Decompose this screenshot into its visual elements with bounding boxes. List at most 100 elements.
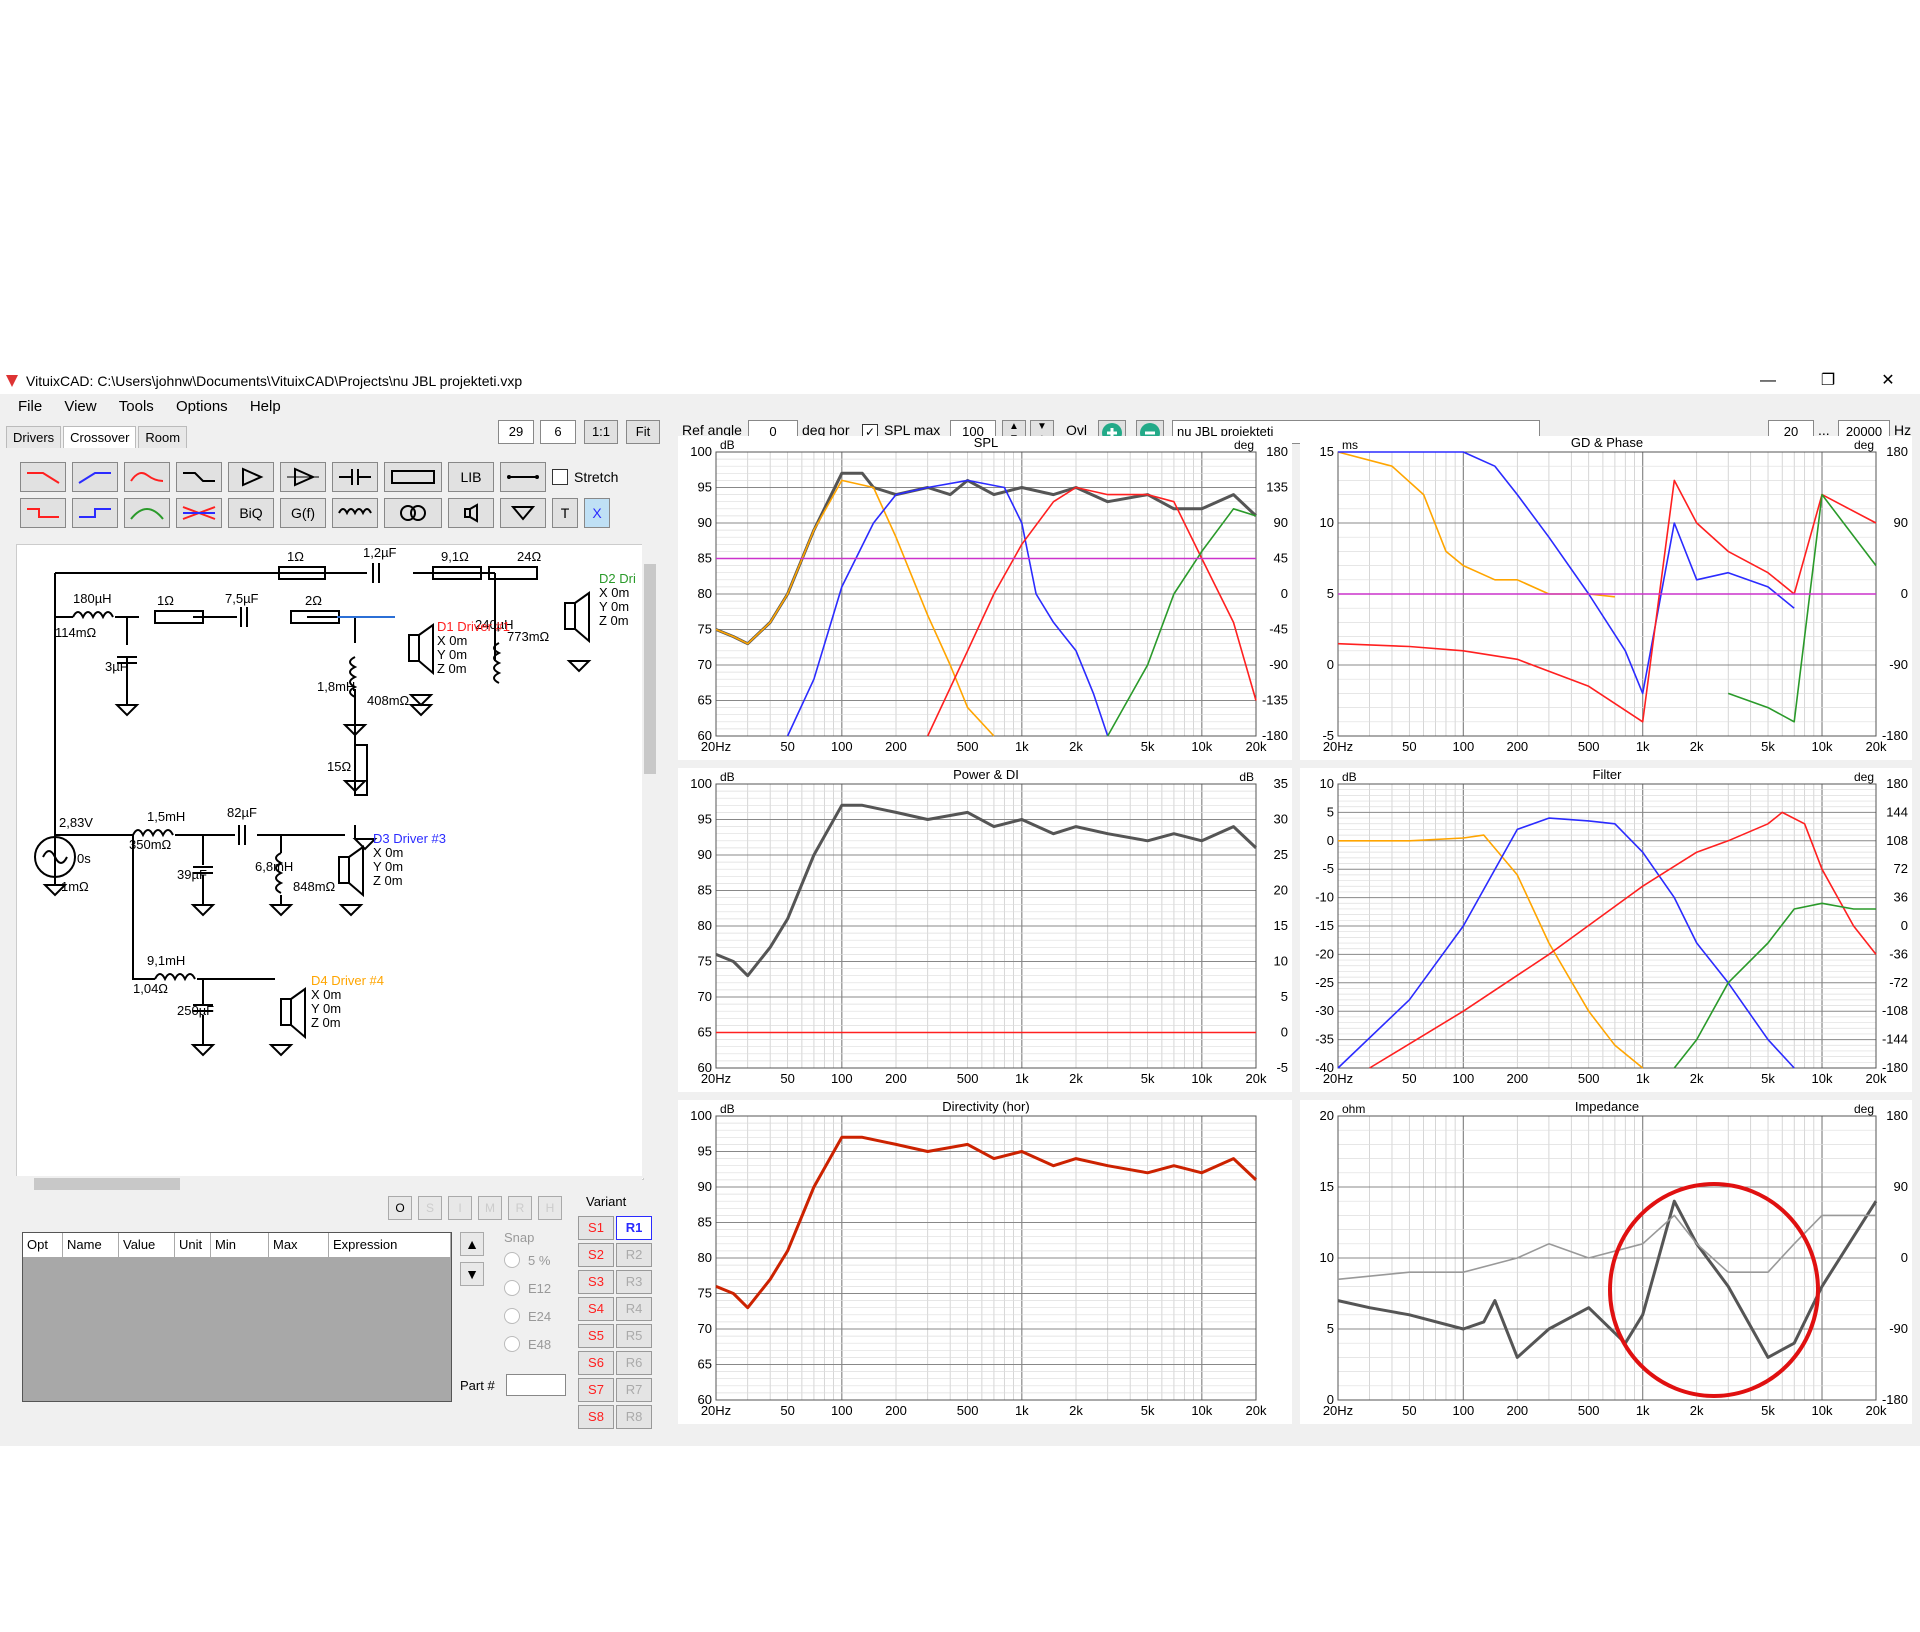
- tab-crossover[interactable]: Crossover: [63, 426, 137, 448]
- x-tick-label: 20k: [1866, 739, 1887, 754]
- radio-button[interactable]: [504, 1308, 520, 1324]
- radio-button[interactable]: [504, 1252, 520, 1268]
- optimizer-table[interactable]: Opt Name Value Unit Min Max Expression: [22, 1232, 452, 1402]
- column-header-name[interactable]: Name: [63, 1233, 119, 1257]
- snap-option[interactable]: E48: [504, 1336, 551, 1352]
- opt-button-i[interactable]: I: [448, 1196, 472, 1220]
- opt-button-h[interactable]: H: [538, 1196, 562, 1220]
- restore-button[interactable]: ❐: [1808, 370, 1848, 392]
- directivity-chart-panel[interactable]: Directivity (hor) dB 100 95 90 85 80 75 70 65 60 20…: [678, 1099, 1292, 1424]
- scrollbar-thumb[interactable]: [644, 564, 656, 774]
- opt-button-r[interactable]: R: [508, 1196, 532, 1220]
- gd-phase-chart-panel[interactable]: GD & Phase ms deg 15 10 5 0 -5 180 90 0 -90 -180 20Hz…: [1300, 435, 1912, 760]
- opt-button-s[interactable]: S: [418, 1196, 442, 1220]
- capacitor-button[interactable]: [332, 462, 378, 492]
- menu-view[interactable]: View: [64, 398, 96, 415]
- notch-icon: [182, 506, 216, 520]
- part-number-input[interactable]: [506, 1374, 566, 1396]
- variant-r2-button[interactable]: R2: [616, 1243, 652, 1267]
- tab-room[interactable]: Room: [138, 426, 188, 448]
- zoom-field-a[interactable]: 29: [498, 420, 534, 444]
- scrollbar-thumb[interactable]: [34, 1178, 180, 1190]
- menu-tools[interactable]: Tools: [119, 398, 154, 415]
- schematic-horizontal-scrollbar[interactable]: [16, 1176, 642, 1192]
- menu-options[interactable]: Options: [176, 398, 228, 415]
- snap-option[interactable]: 5 %: [504, 1252, 550, 1268]
- lowpass-red-button[interactable]: [20, 462, 66, 492]
- radio-button[interactable]: [504, 1280, 520, 1296]
- move-down-button[interactable]: ▼: [460, 1262, 484, 1286]
- zoom-fit-button[interactable]: Fit: [626, 420, 660, 444]
- highpass-blue-2-button[interactable]: [72, 498, 118, 528]
- variant-r8-button[interactable]: R8: [616, 1405, 652, 1429]
- wire-button[interactable]: [500, 462, 546, 492]
- y-tick-label: 15: [1320, 1179, 1334, 1194]
- resistor-button[interactable]: [384, 462, 442, 492]
- variant-s4-button[interactable]: S4: [578, 1297, 614, 1321]
- transformer-button[interactable]: [384, 498, 442, 528]
- snap-option[interactable]: E12: [504, 1280, 551, 1296]
- tab-bar: Drivers Crossover Room: [6, 426, 189, 448]
- zoom-field-b[interactable]: 6: [540, 420, 576, 444]
- buffer-button[interactable]: [280, 462, 326, 492]
- bandpass-green-button[interactable]: [124, 498, 170, 528]
- menu-help[interactable]: Help: [250, 398, 281, 415]
- variant-s2-button[interactable]: S2: [578, 1243, 614, 1267]
- tab-drivers[interactable]: Drivers: [6, 426, 62, 448]
- move-up-button[interactable]: ▲: [460, 1232, 484, 1256]
- variant-r6-button[interactable]: R6: [616, 1351, 652, 1375]
- schematic-vertical-scrollbar[interactable]: [642, 544, 658, 1178]
- delete-button[interactable]: X: [584, 498, 610, 528]
- capacitor-icon: [339, 469, 371, 485]
- allpass-button[interactable]: [176, 462, 222, 492]
- filter-chart-panel[interactable]: Filter dB deg 10 5 0 -5 -10 -15 -20 -25 -30 -35 -40 18…: [1300, 767, 1912, 1092]
- y2-tick-label: 108: [1886, 833, 1908, 848]
- ground-button[interactable]: [500, 498, 546, 528]
- column-header-min[interactable]: Min: [211, 1233, 269, 1257]
- variant-r5-button[interactable]: R5: [616, 1324, 652, 1348]
- lowpass-red-2-button[interactable]: [20, 498, 66, 528]
- text-button[interactable]: T: [552, 498, 578, 528]
- snap-option[interactable]: E24: [504, 1308, 551, 1324]
- stretch-checkbox[interactable]: [552, 469, 568, 485]
- menu-file[interactable]: File: [18, 398, 42, 415]
- variant-r3-button[interactable]: R3: [616, 1270, 652, 1294]
- notch-button[interactable]: [176, 498, 222, 528]
- transfer-function-button[interactable]: G(f): [280, 498, 326, 528]
- column-header-expression[interactable]: Expression: [329, 1233, 451, 1257]
- right-unit-label: deg: [1854, 770, 1874, 784]
- variant-s8-button[interactable]: S8: [578, 1405, 614, 1429]
- column-header-opt[interactable]: Opt: [23, 1233, 63, 1257]
- variant-s6-button[interactable]: S6: [578, 1351, 614, 1375]
- x-tick-label: 10k: [1191, 739, 1212, 754]
- spl-chart-panel[interactable]: SPL dB deg 100 95 90 85 80 75 70 65 60 180 135 90 45 0 -4…: [678, 435, 1292, 760]
- column-header-unit[interactable]: Unit: [175, 1233, 211, 1257]
- opt-button-m[interactable]: M: [478, 1196, 502, 1220]
- amplifier-button[interactable]: [228, 462, 274, 492]
- variant-r1-button[interactable]: R1: [616, 1216, 652, 1240]
- opt-button-o[interactable]: O: [388, 1196, 412, 1220]
- minimize-button[interactable]: —: [1748, 370, 1788, 392]
- close-button[interactable]: ✕: [1868, 370, 1908, 392]
- library-button[interactable]: LIB: [448, 462, 494, 492]
- column-header-max[interactable]: Max: [269, 1233, 329, 1257]
- variant-r7-button[interactable]: R7: [616, 1378, 652, 1402]
- column-header-value[interactable]: Value: [119, 1233, 175, 1257]
- biquad-button[interactable]: BiQ: [228, 498, 274, 528]
- schem-label-l3r: 350mΩ: [129, 837, 172, 852]
- variant-s3-button[interactable]: S3: [578, 1270, 614, 1294]
- variant-s5-button[interactable]: S5: [578, 1324, 614, 1348]
- driver-button[interactable]: [448, 498, 494, 528]
- zoom-1to1-button[interactable]: 1:1: [584, 420, 618, 444]
- y2-tick-label: 0: [1901, 586, 1908, 601]
- left-unit-label: dB: [720, 770, 735, 784]
- variant-s1-button[interactable]: S1: [578, 1216, 614, 1240]
- crossover-schematic[interactable]: 1Ω 1,2µF 9,1Ω 24Ω D2 Dri X 0m Y 0m Z 0m …: [16, 544, 644, 1180]
- variant-r4-button[interactable]: R4: [616, 1297, 652, 1321]
- inductor-button[interactable]: [332, 498, 378, 528]
- radio-button[interactable]: [504, 1336, 520, 1352]
- variant-s7-button[interactable]: S7: [578, 1378, 614, 1402]
- highpass-blue-button[interactable]: [72, 462, 118, 492]
- bandpass-red-button[interactable]: [124, 462, 170, 492]
- power-di-chart-panel[interactable]: Power & DI dB dB 100 95 90 85 80 75 70 65 60 35 30 25 2…: [678, 767, 1292, 1092]
